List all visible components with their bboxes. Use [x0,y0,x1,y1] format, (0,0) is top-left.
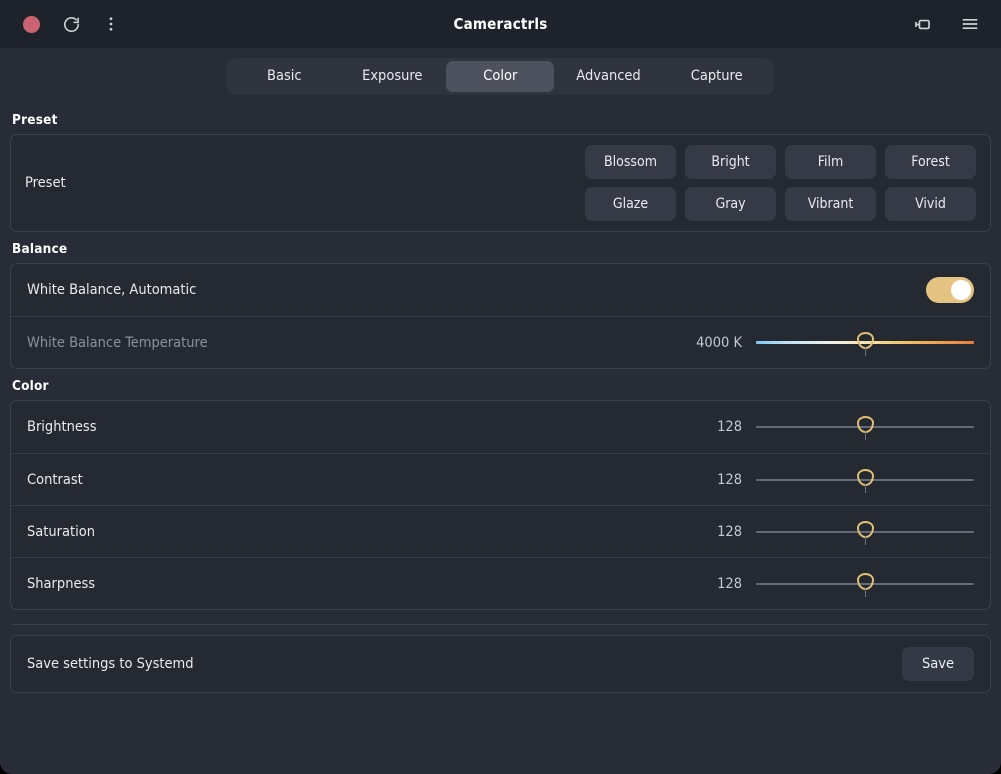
record-indicator-icon[interactable] [14,7,48,41]
slider-handle[interactable] [856,331,874,349]
camera-device-icon[interactable] [905,7,939,41]
settings-content: Preset Preset Blossom Bright Film Forest… [0,95,1001,774]
saturation-value: 128 [717,523,742,540]
brightness-slider[interactable] [756,412,974,442]
saturation-label: Saturation [27,523,95,540]
sharpness-label: Sharpness [27,575,96,592]
section-title-color: Color [12,378,49,394]
contrast-row: Contrast 128 [11,453,990,505]
section-title-preset: Preset [12,112,58,128]
brightness-value: 128 [717,419,742,435]
contrast-value: 128 [717,471,742,488]
tab-capture[interactable]: Capture [663,61,771,92]
slider-handle[interactable] [856,572,874,590]
preset-row-label: Preset [25,175,66,191]
white-balance-temperature-label: White Balance Temperature [27,334,208,351]
record-dot [22,15,40,33]
preset-button-bright[interactable]: Bright [685,145,776,179]
white-balance-auto-row: White Balance, Automatic [11,264,990,316]
white-balance-temperature-row: White Balance Temperature 4000 K [11,316,990,368]
white-balance-auto-toggle[interactable] [926,277,974,303]
reload-icon[interactable] [54,7,88,41]
save-card: Save settings to Systemd Save [10,635,991,693]
slider-handle[interactable] [856,416,874,433]
preset-button-vivid[interactable]: Vivid [885,187,976,221]
section-title-balance: Balance [12,241,68,257]
save-settings-row: Save settings to Systemd Save [11,636,990,692]
sharpness-value: 128 [717,575,742,592]
contrast-slider[interactable] [756,465,974,495]
main-menu-icon[interactable] [953,7,987,41]
white-balance-temperature-slider[interactable] [756,328,974,358]
saturation-slider[interactable] [756,517,974,547]
preset-button-film[interactable]: Film [785,145,876,179]
sharpness-row: Sharpness 128 [11,557,990,609]
tab-basic[interactable]: Basic [230,61,338,92]
save-settings-label: Save settings to Systemd [27,656,194,672]
tab-bar-container: Basic Exposure Color Advanced Capture [0,48,1001,95]
sharpness-slider[interactable] [756,569,974,599]
preset-button-grid: Blossom Bright Film Forest Glaze Gray Vi… [585,145,976,221]
preset-row: Preset Blossom Bright Film Forest Glaze … [11,135,990,231]
tab-color[interactable]: Color [446,61,555,92]
preset-button-blossom[interactable]: Blossom [585,145,676,179]
save-button[interactable]: Save [901,647,974,681]
preset-button-gray[interactable]: Gray [685,187,776,221]
brightness-row: Brightness 128 [11,401,990,453]
slider-handle[interactable] [856,468,874,486]
contrast-label: Contrast [27,471,83,488]
preset-button-forest[interactable]: Forest [885,145,976,179]
balance-card: White Balance, Automatic White Balance T… [10,263,991,369]
saturation-row: Saturation 128 [11,505,990,557]
header-bar: Cameractrls [0,0,1001,48]
header-left-controls [14,7,128,41]
color-card: Brightness 128 Contrast 128 Saturation 1… [10,400,991,610]
toggle-knob [951,280,971,300]
preset-card: Preset Blossom Bright Film Forest Glaze … [10,134,991,232]
tab-exposure[interactable]: Exposure [338,61,446,92]
slider-handle[interactable] [856,520,874,538]
preset-button-vibrant[interactable]: Vibrant [785,187,876,221]
tab-bar: Basic Exposure Color Advanced Capture [227,58,774,95]
app-window: Cameractrls Basic Exposure Color Advance… [0,0,1001,774]
white-balance-auto-label: White Balance, Automatic [27,282,197,298]
white-balance-temperature-value: 4000 K [696,334,742,351]
preset-button-glaze[interactable]: Glaze [585,187,676,221]
more-options-icon[interactable] [94,7,128,41]
tab-advanced[interactable]: Advanced [554,61,662,92]
page-title: Cameractrls [453,15,548,33]
brightness-label: Brightness [27,419,97,435]
section-divider [12,624,989,625]
header-right-controls [905,7,987,41]
